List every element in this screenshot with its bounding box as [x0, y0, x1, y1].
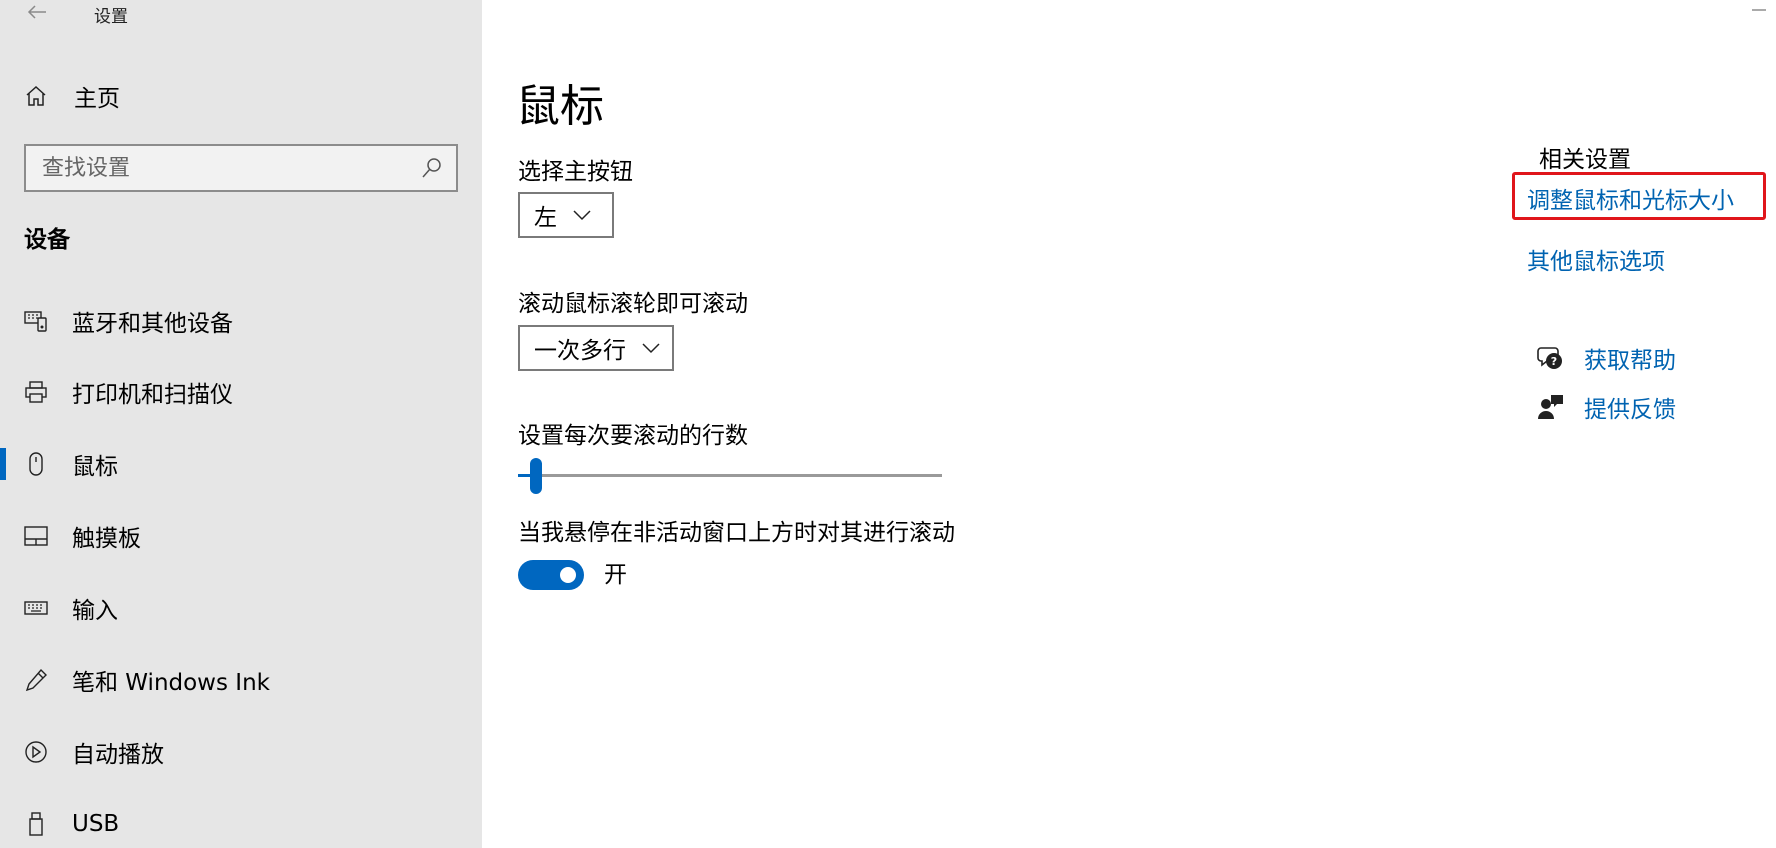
sidebar-item-mouse[interactable]: 鼠标 — [0, 436, 482, 492]
sidebar-item-pen[interactable]: 笔和 Windows Ink — [0, 652, 482, 708]
sidebar-item-touchpad[interactable]: 触摸板 — [0, 508, 482, 564]
get-help-link[interactable]: ? 获取帮助 — [1536, 341, 1676, 375]
primary-button-label: 选择主按钮 — [518, 159, 633, 185]
feedback-link[interactable]: 提供反馈 — [1536, 390, 1676, 424]
home-icon — [22, 82, 50, 110]
help-chat-icon: ? — [1536, 343, 1566, 373]
search-icon[interactable] — [420, 156, 444, 180]
additional-mouse-options-link[interactable]: 其他鼠标选项 — [1527, 242, 1665, 276]
main-content: 鼠标 选择主按钮 左 滚动鼠标滚轮即可滚动 一次多行 设置每次要滚动的行数 当我… — [482, 0, 1776, 848]
sidebar-item-label: 输入 — [72, 598, 118, 624]
slider-track — [518, 474, 942, 477]
sidebar-item-autoplay[interactable]: 自动播放 — [0, 724, 482, 780]
toggle-state-label: 开 — [604, 562, 627, 588]
arrow-left-icon — [27, 5, 46, 19]
sidebar-item-typing[interactable]: 输入 — [0, 580, 482, 636]
inactive-scroll-toggle[interactable] — [518, 560, 584, 590]
get-help-label: 获取帮助 — [1584, 348, 1676, 374]
toggle-knob — [560, 567, 576, 583]
sidebar-item-label: 打印机和扫描仪 — [72, 382, 233, 408]
home-link[interactable]: 主页 — [22, 78, 120, 114]
inactive-scroll-label: 当我悬停在非活动窗口上方时对其进行滚动 — [518, 520, 955, 546]
scroll-lines-slider[interactable] — [518, 458, 942, 494]
sidebar-item-label: 蓝牙和其他设备 — [72, 311, 233, 337]
title-bar: 设置 — [0, 0, 482, 27]
minimize-icon — [1752, 9, 1766, 11]
minimize-button[interactable] — [1742, 0, 1776, 20]
dropdown-value: 一次多行 — [534, 338, 626, 364]
sidebar-item-bluetooth[interactable]: 蓝牙和其他设备 — [0, 293, 482, 349]
sidebar-item-label: 自动播放 — [72, 742, 164, 768]
svg-text:?: ? — [1551, 355, 1557, 368]
section-title: 设备 — [24, 227, 70, 253]
printer-icon — [22, 378, 50, 406]
sidebar-item-label: 鼠标 — [72, 454, 118, 480]
autoplay-icon — [22, 738, 50, 766]
mouse-icon — [22, 450, 50, 478]
home-label: 主页 — [74, 86, 120, 112]
scroll-lines-label: 设置每次要滚动的行数 — [518, 423, 748, 449]
slider-thumb[interactable] — [530, 458, 542, 494]
sidebar-item-label: 触摸板 — [72, 526, 141, 552]
feedback-icon — [1536, 392, 1566, 422]
adjust-cursor-size-link[interactable]: 调整鼠标和光标大小 — [1527, 181, 1734, 215]
chevron-down-icon — [640, 341, 662, 355]
sidebar-item-label: USB — [72, 811, 120, 837]
scroll-mode-dropdown[interactable]: 一次多行 — [518, 325, 674, 371]
app-title: 设置 — [94, 7, 128, 27]
page-title: 鼠标 — [516, 81, 604, 132]
keyboard-icon — [22, 594, 50, 622]
usb-icon — [22, 810, 50, 838]
sidebar-item-usb[interactable]: USB — [0, 796, 482, 848]
feedback-label: 提供反馈 — [1584, 397, 1676, 423]
back-button[interactable] — [22, 0, 52, 24]
primary-button-dropdown[interactable]: 左 — [518, 192, 614, 238]
pen-icon — [22, 666, 50, 694]
bluetooth-devices-icon — [22, 307, 50, 335]
sidebar-item-label: 笔和 Windows Ink — [72, 670, 270, 696]
chevron-down-icon — [571, 208, 593, 222]
related-settings-title: 相关设置 — [1539, 147, 1631, 173]
dropdown-value: 左 — [534, 205, 557, 231]
search-input[interactable] — [26, 155, 406, 181]
sidebar-item-printers[interactable]: 打印机和扫描仪 — [0, 364, 482, 420]
sidebar: 设置 主页 设备 蓝牙和其他设备 打印机和扫描仪 鼠标 — [0, 0, 482, 848]
touchpad-icon — [22, 522, 50, 550]
scroll-mode-label: 滚动鼠标滚轮即可滚动 — [518, 291, 748, 317]
search-box — [24, 144, 458, 192]
